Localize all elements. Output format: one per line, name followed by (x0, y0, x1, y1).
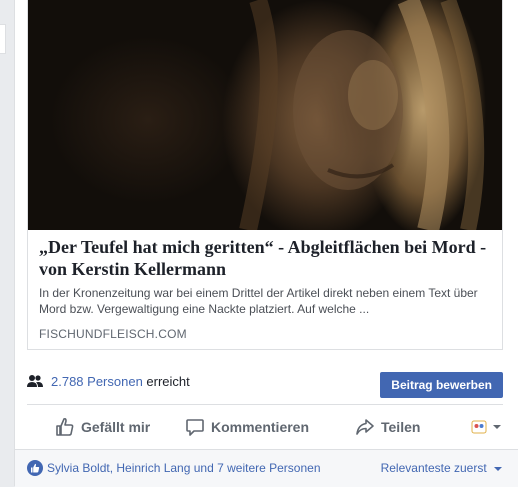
left-edge-tab (0, 24, 6, 54)
link-preview[interactable]: „Der Teufel hat mich geritten“ - Abgleit… (27, 0, 503, 350)
chevron-down-icon (493, 425, 501, 429)
reach-text: 2.788 Personen erreicht (51, 374, 190, 389)
comment-button[interactable]: Kommentieren (185, 410, 309, 444)
chevron-down-icon (494, 466, 502, 471)
like-reaction-icon (27, 460, 43, 476)
people-icon (27, 375, 43, 387)
reaction-avatar-icon (471, 420, 487, 434)
reach-count-link[interactable]: 2.788 Personen (51, 374, 143, 389)
like-label: Gefällt mir (81, 419, 151, 435)
thumbs-up-icon (56, 417, 74, 436)
action-bar: Gefällt mir Kommentieren Teilen (27, 410, 503, 444)
promote-post-button[interactable]: Beitrag bewerben (380, 372, 503, 398)
link-description: In der Kronenzeitung war bei einem Dritt… (39, 286, 478, 316)
reach-suffix: erreicht (146, 374, 190, 389)
share-icon (356, 419, 374, 435)
sort-label: Relevanteste zuerst (380, 461, 487, 475)
comment-icon (186, 419, 204, 436)
reactions-footer: Sylvia Boldt, Heinrich Lang und 7 weiter… (15, 449, 518, 487)
post-card: „Der Teufel hat mich geritten“ - Abgleit… (14, 0, 518, 487)
likers-link[interactable]: Sylvia Boldt, Heinrich Lang und 7 weiter… (47, 461, 321, 475)
link-title[interactable]: „Der Teufel hat mich geritten“ - Abgleit… (39, 236, 493, 280)
sort-dropdown[interactable]: Relevanteste zuerst (381, 461, 503, 475)
divider (27, 404, 503, 405)
reaction-avatar-selector[interactable] (471, 410, 503, 444)
share-label: Teilen (381, 419, 421, 435)
reach-bar: 2.788 Personen erreicht Beitrag bewerben (27, 368, 503, 398)
link-preview-image[interactable] (28, 0, 502, 230)
like-button[interactable]: Gefällt mir (55, 410, 150, 444)
comment-label: Kommentieren (211, 419, 310, 435)
link-domain: FISCHUNDFLEISCH.COM (39, 327, 187, 341)
share-button[interactable]: Teilen (355, 410, 420, 444)
